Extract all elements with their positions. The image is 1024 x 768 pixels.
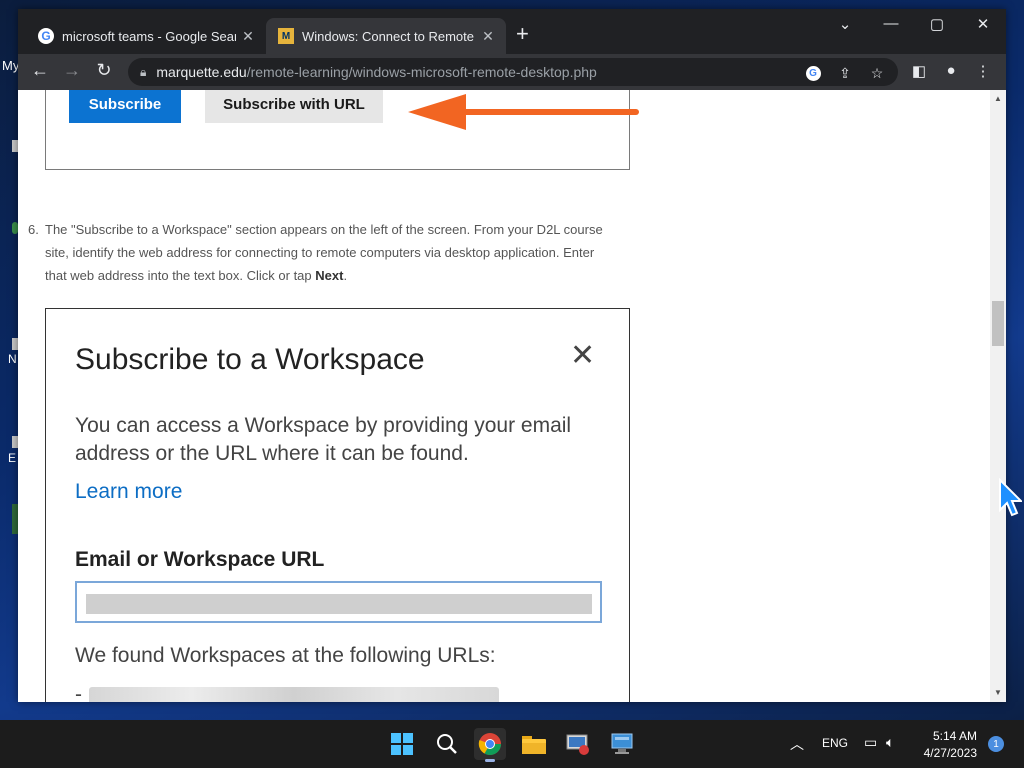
tab-marquette[interactable]: M Windows: Connect to Remote Co ✕ bbox=[266, 18, 506, 54]
search-icon[interactable] bbox=[431, 728, 463, 760]
workspace-dialog-screenshot: Subscribe to a Workspace ✕ You can acces… bbox=[45, 308, 630, 702]
title-bar: G microsoft teams - Google Search ✕ M Wi… bbox=[18, 9, 1006, 54]
file-explorer-icon[interactable] bbox=[518, 728, 550, 760]
step-next-keyword: Next bbox=[315, 268, 344, 283]
marquette-icon: M bbox=[278, 28, 294, 44]
found-workspaces-text: We found Workspaces at the following URL… bbox=[75, 644, 496, 667]
redacted-url-value bbox=[86, 594, 592, 614]
bookmark-star-icon[interactable]: ☆ bbox=[868, 64, 886, 82]
dialog-description: You can access a Workspace by providing … bbox=[75, 414, 572, 465]
remote-desktop-connection-icon[interactable] bbox=[606, 728, 638, 760]
tab-search-chevron-icon[interactable]: ⌄ bbox=[822, 15, 868, 33]
desktop-label-my: My bbox=[2, 58, 20, 73]
dialog-title: Subscribe to a Workspace bbox=[75, 343, 425, 376]
maximize-button[interactable]: ▢ bbox=[914, 15, 960, 33]
step-text: The "Subscribe to a Workspace" section a… bbox=[45, 218, 603, 287]
language-indicator[interactable]: ENG bbox=[822, 736, 848, 750]
back-arrow-icon[interactable]: ← bbox=[26, 60, 54, 81]
desktop-letter: E bbox=[8, 451, 17, 465]
menu-dots-icon[interactable]: ⋮ bbox=[972, 62, 994, 80]
scroll-down-arrow-icon[interactable]: ▼ bbox=[990, 688, 1006, 697]
instruction-step: 6. The "Subscribe to a Workspace" sectio… bbox=[28, 218, 603, 287]
workspace-url-field bbox=[75, 581, 602, 623]
page-content: Subscribe Subscribe with URL 6. The "Sub… bbox=[18, 90, 990, 702]
subscribe-with-url-button[interactable]: Subscribe with URL bbox=[205, 90, 383, 123]
volume-icon[interactable]: 🔈︎ bbox=[886, 734, 894, 751]
forward-arrow-icon[interactable]: → bbox=[58, 60, 86, 81]
taskbar: ︿ ENG ▭ 🔈︎ 5:14 AM 4/27/2023 1 bbox=[0, 720, 1024, 768]
browser-window: G microsoft teams - Google Search ✕ M Wi… bbox=[18, 9, 1006, 702]
reload-icon[interactable]: ↻ bbox=[90, 60, 118, 81]
new-tab-button[interactable]: + bbox=[516, 23, 529, 45]
tab-title: microsoft teams - Google Search bbox=[62, 28, 236, 44]
subscribe-button[interactable]: Subscribe bbox=[69, 90, 181, 123]
profile-icon[interactable]: ● bbox=[940, 62, 962, 79]
url-host: marquette.edu bbox=[156, 64, 247, 80]
google-icon: G bbox=[38, 28, 54, 44]
network-icon[interactable]: ▭ bbox=[864, 734, 877, 751]
hidden-icons-chevron-icon[interactable]: ︿ bbox=[790, 734, 804, 754]
system-clock[interactable]: 5:14 AM 4/27/2023 bbox=[917, 728, 977, 762]
address-bar[interactable]: 🔒︎ marquette.edu/remote-learning/windows… bbox=[128, 58, 898, 86]
scroll-up-arrow-icon[interactable]: ▲ bbox=[990, 94, 1006, 103]
learn-more-link: Learn more bbox=[75, 480, 183, 503]
tab-google-search[interactable]: G microsoft teams - Google Search ✕ bbox=[26, 18, 266, 54]
google-lens-icon[interactable]: G bbox=[804, 64, 822, 82]
minimize-button[interactable]: — bbox=[868, 15, 914, 32]
remote-desktop-icon[interactable] bbox=[562, 728, 594, 760]
url-path: /remote-learning/windows-microsoft-remot… bbox=[246, 64, 597, 80]
scroll-thumb[interactable] bbox=[992, 301, 1004, 346]
notification-badge[interactable]: 1 bbox=[988, 736, 1004, 752]
desktop-letter: N bbox=[8, 352, 17, 366]
browser-toolbar: ← → ↻ 🔒︎ marquette.edu/remote-learning/w… bbox=[18, 54, 1006, 90]
close-tab-icon[interactable]: ✕ bbox=[236, 28, 260, 45]
redacted-workspace-url bbox=[89, 687, 499, 702]
vertical-scrollbar[interactable]: ▲ ▼ bbox=[990, 90, 1006, 702]
start-windows-icon[interactable] bbox=[386, 728, 418, 760]
tab-title: Windows: Connect to Remote Co bbox=[302, 28, 476, 44]
step-number: 6. bbox=[28, 222, 39, 237]
chrome-icon[interactable] bbox=[474, 728, 506, 762]
step-period: . bbox=[343, 268, 348, 283]
close-window-button[interactable]: ✕ bbox=[960, 15, 1006, 33]
mouse-cursor-icon bbox=[999, 478, 1022, 517]
clock-time: 5:14 AM bbox=[932, 729, 977, 743]
lock-icon[interactable]: 🔒︎ bbox=[140, 65, 146, 80]
list-bullet: - bbox=[75, 683, 82, 702]
close-icon: ✕ bbox=[570, 339, 596, 372]
annotation-arrow-icon bbox=[408, 94, 639, 130]
side-panel-icon[interactable]: ◧ bbox=[908, 62, 930, 80]
clock-date: 4/27/2023 bbox=[923, 746, 977, 760]
screenshot-box-top: Subscribe Subscribe with URL bbox=[45, 90, 639, 170]
email-or-url-label: Email or Workspace URL bbox=[75, 548, 325, 571]
share-icon[interactable]: ⇪ bbox=[836, 64, 854, 82]
close-tab-icon[interactable]: ✕ bbox=[476, 28, 500, 45]
